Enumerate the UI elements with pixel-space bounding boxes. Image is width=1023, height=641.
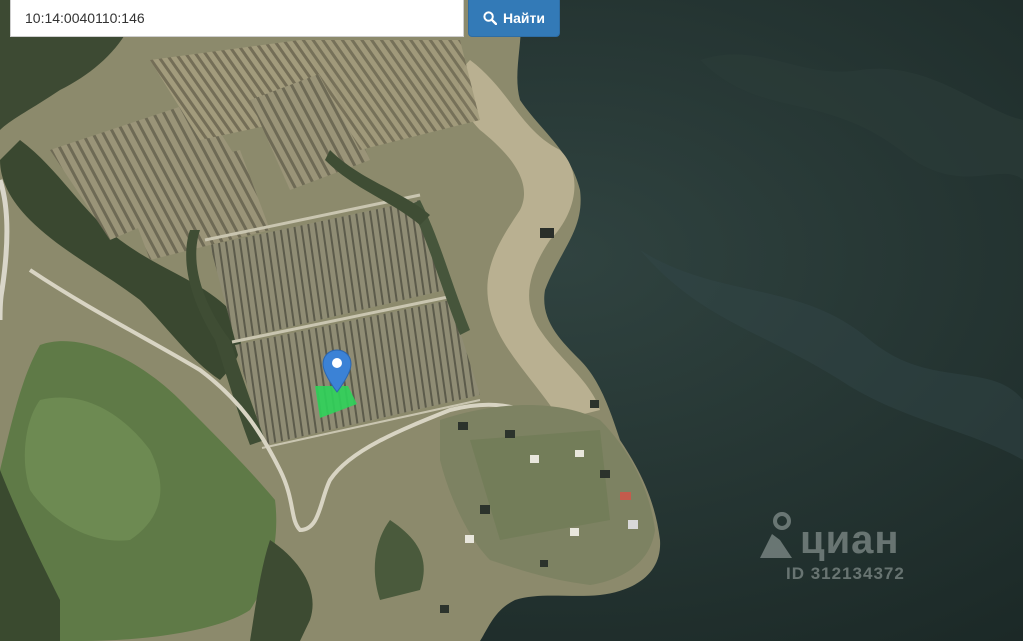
search-icon	[483, 11, 498, 25]
watermark-listing-id: ID 312134372	[786, 564, 905, 583]
search-button-label: Найти	[503, 10, 545, 26]
search-button[interactable]: Найти	[468, 0, 560, 37]
map-pin-icon[interactable]	[322, 349, 352, 393]
cadastral-search-input[interactable]	[10, 0, 464, 37]
watermark: циан ID 312134372	[756, 510, 946, 590]
map-view[interactable]: циан ID 312134372 Найти	[0, 0, 1023, 641]
cian-logo-icon	[760, 512, 792, 558]
watermark-brand: циан	[800, 518, 900, 562]
